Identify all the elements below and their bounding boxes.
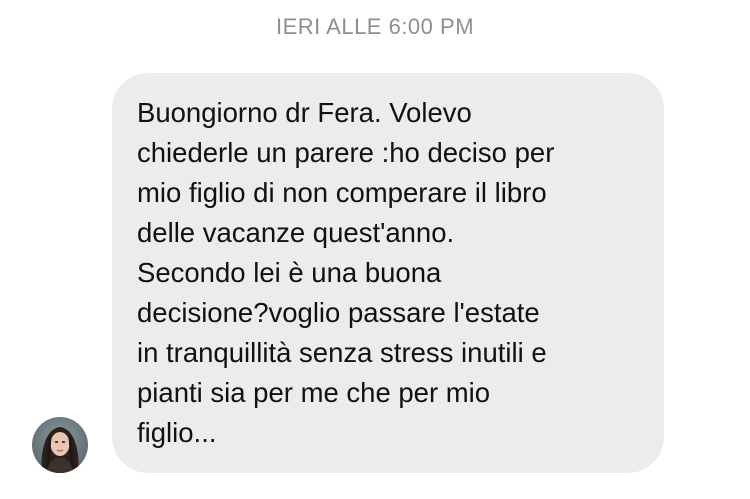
- profile-photo-icon: [32, 417, 88, 473]
- chat-screen: IERI ALLE 6:00 PM Buongiorno dr Fera. Vo…: [0, 0, 750, 499]
- sender-avatar[interactable]: [32, 417, 88, 473]
- message-text: Buongiorno dr Fera. Volevo chiederle un …: [137, 97, 555, 448]
- message-bubble[interactable]: Buongiorno dr Fera. Volevo chiederle un …: [112, 73, 664, 473]
- message-timestamp: IERI ALLE 6:00 PM: [275, 14, 475, 39]
